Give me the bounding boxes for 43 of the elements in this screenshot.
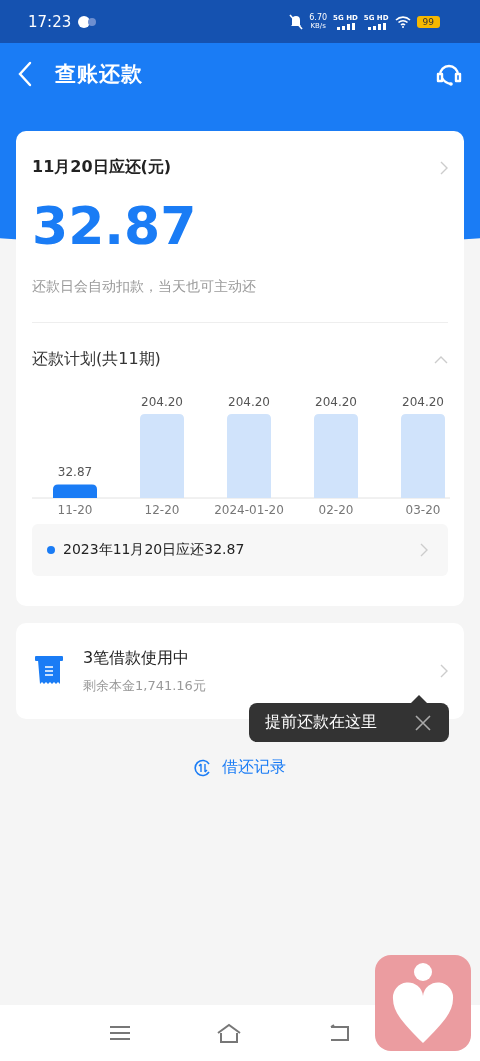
- back-nav-icon[interactable]: [328, 1024, 350, 1042]
- bar-value-label: 32.87: [57, 465, 93, 480]
- chevron-icon: [420, 543, 428, 557]
- plan-title: 还款计划(共11期): [32, 349, 161, 370]
- page-title: 查账还款: [55, 61, 143, 88]
- period-detail-text: 2023年11月20日应还32.87: [63, 541, 245, 559]
- wifi-icon: [394, 15, 411, 28]
- status-time: 17:23: [28, 12, 72, 31]
- floating-app-icon[interactable]: [375, 955, 471, 1051]
- signal-icon: [335, 22, 356, 30]
- bar-value-label: 204.20: [402, 395, 444, 409]
- auto-debit-note: 还款日会自动扣款，当天也可主动还: [32, 278, 257, 296]
- period-detail-row[interactable]: 2023年11月20日应还32.87: [32, 524, 448, 576]
- battery-indicator: 99: [416, 15, 440, 28]
- axis-label: 2024-01-20: [214, 503, 284, 517]
- close-icon[interactable]: [415, 714, 431, 731]
- home-icon[interactable]: [216, 1023, 242, 1043]
- chart-bar[interactable]: [53, 484, 97, 498]
- collapse-icon[interactable]: [434, 355, 448, 364]
- tooltip-text: 提前还款在这里: [265, 712, 377, 733]
- chevron-icon[interactable]: [440, 160, 448, 175]
- receipt-icon: [35, 656, 63, 686]
- bullet-dot: [47, 546, 55, 554]
- app-icon: [77, 14, 98, 29]
- axis-label: 02-20: [318, 503, 354, 517]
- chevron-icon: [440, 664, 448, 678]
- remaining-principal: 剩余本金1,741.16元: [83, 676, 206, 695]
- axis-label: 12-20: [144, 503, 180, 517]
- loans-title: 3笔借款使用中: [83, 647, 191, 669]
- records-link[interactable]: 借还记录: [194, 757, 286, 778]
- exchange-icon: [194, 758, 212, 777]
- signal-icon: [366, 22, 387, 30]
- due-title: 11月20日应还(元): [32, 157, 172, 178]
- axis-label: 03-20: [405, 503, 441, 517]
- bar-value-label: 204.20: [315, 395, 357, 409]
- due-amount: 32.87: [32, 196, 198, 256]
- back-icon[interactable]: [17, 61, 33, 87]
- speed-value: 6.70: [309, 12, 328, 22]
- mute-icon: [289, 13, 304, 30]
- bar-value-label: 204.20: [141, 395, 183, 409]
- menu-icon[interactable]: [110, 1025, 130, 1041]
- bar-value-label: 204.20: [228, 395, 270, 409]
- axis-label: 11-20: [57, 503, 93, 517]
